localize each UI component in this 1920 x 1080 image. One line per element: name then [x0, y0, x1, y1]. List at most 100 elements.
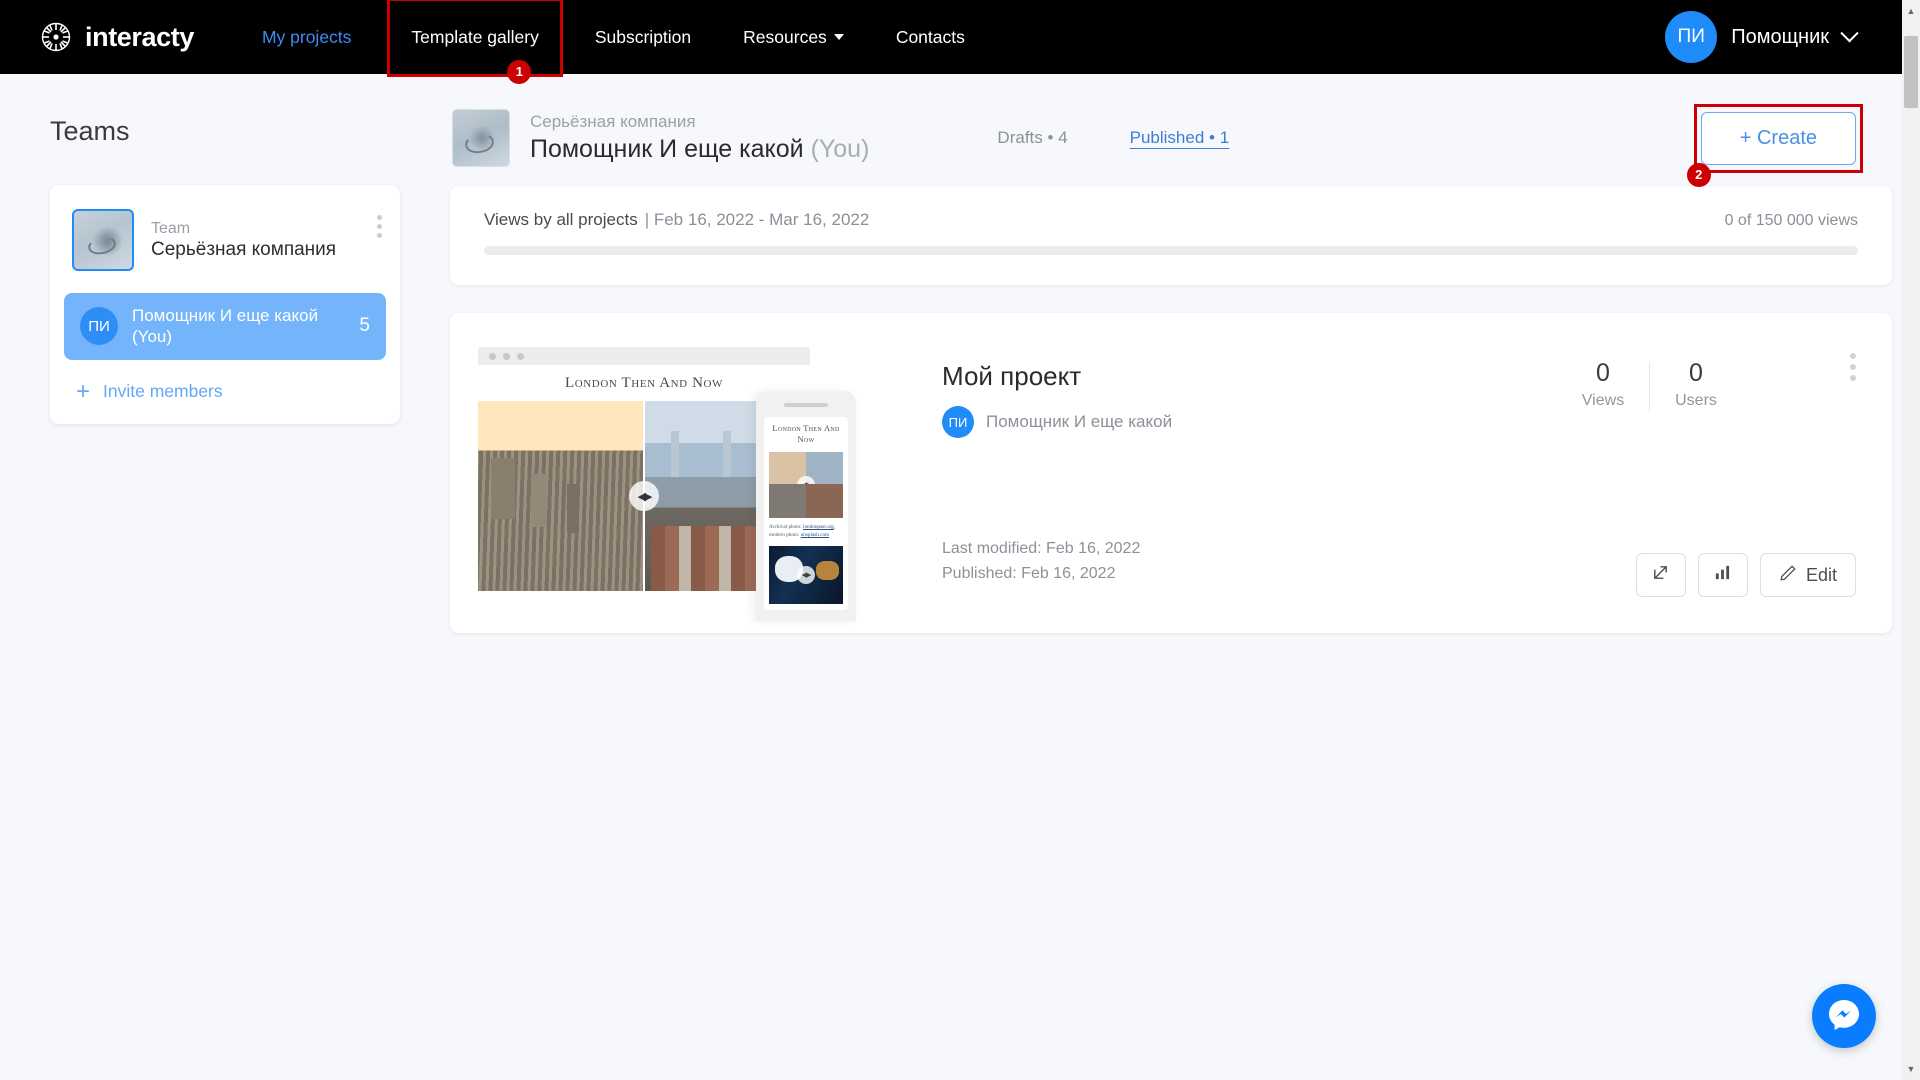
kebab-menu-icon[interactable]	[373, 211, 386, 242]
nav-items: My projects Template gallery 1 Subscript…	[246, 0, 981, 84]
create-button-wrapper: + Create 2	[1686, 103, 1882, 187]
kebab-menu-icon[interactable]	[1850, 353, 1856, 381]
edit-project-button[interactable]: Edit	[1759, 553, 1856, 597]
messenger-chat-button[interactable]	[1812, 984, 1876, 1048]
browser-chrome-bar	[478, 347, 810, 365]
preview-mobile-caption: Archival photo: londonpast.org, modern p…	[769, 523, 843, 540]
user-name: Помощник	[1731, 25, 1829, 48]
page-scrollbar[interactable]: ▲ ▼	[1902, 0, 1920, 1080]
chevron-down-icon	[1840, 23, 1859, 42]
views-progress-bar	[484, 246, 1858, 255]
preview-mobile-frame: London Then And Now ◀▶ Archival photo: l…	[756, 391, 856, 621]
open-project-button[interactable]	[1635, 553, 1686, 597]
owner-text: Серьёзная компания Помощник И еще какой …	[530, 112, 869, 164]
nav-resources[interactable]: Resources	[727, 17, 860, 58]
before-after-slider-icon: ◀▶	[629, 481, 659, 511]
counter-users-label: Users	[1675, 392, 1717, 409]
project-owner-header: Серьёзная компания Помощник И еще какой …	[450, 96, 1892, 187]
invite-members-button[interactable]: + Invite members	[50, 360, 400, 410]
team-label: Team	[151, 219, 191, 237]
main-content: Серьёзная компания Помощник И еще какой …	[450, 74, 1920, 1080]
before-after-image-mobile-2: ◀▶	[769, 545, 843, 604]
counter-views-value: 0	[1596, 359, 1610, 387]
counter-views-label: Views	[1581, 392, 1625, 409]
tab-published[interactable]: Published • 1	[1130, 128, 1230, 148]
compass-rose-icon	[38, 19, 74, 55]
owner-name-text: Помощник И еще какой	[530, 135, 804, 163]
breadcrumb: Серьёзная компания	[530, 112, 696, 131]
project-dates: Last modified: Feb 16, 2022 Published: F…	[942, 537, 1140, 587]
project-author: ПИ Помощник И еще какой	[942, 406, 1892, 438]
caption-link-1[interactable]: londonpast.org	[803, 524, 834, 530]
project-stats-button[interactable]	[1697, 553, 1748, 597]
project-actions: Edit	[1635, 553, 1856, 597]
views-quota-label: Views by all projects	[484, 210, 638, 229]
page-title: Teams	[50, 116, 130, 146]
sidebar-member-item[interactable]: ПИ Помощник И еще какой (You) 5	[64, 293, 386, 360]
pencil-icon	[1779, 564, 1797, 587]
team-item[interactable]: Team Серьёзная компания	[50, 203, 400, 277]
before-after-slider-icon: ◀▶	[797, 475, 815, 494]
preview-desktop-title: London Then And Now	[564, 375, 724, 391]
nav-subscription[interactable]: Subscription	[579, 17, 707, 58]
project-author-name: Помощник И еще какой	[986, 412, 1173, 431]
nav-my-projects-label: My projects	[261, 26, 352, 47]
phone-speaker	[784, 403, 828, 407]
views-quota-header: Views by all projects | Feb 16, 2022 - M…	[484, 210, 1858, 230]
views-quota-range: | Feb 16, 2022 - Mar 16, 2022	[644, 210, 870, 229]
owner-name: Помощник И еще какой (You)	[530, 135, 869, 164]
annotation-badge-1: 1	[507, 59, 532, 84]
project-filter-tabs: Drafts • 4 Published • 1	[997, 128, 1229, 148]
team-meta: Team Серьёзная компания	[151, 220, 336, 261]
counter-users-value: 0	[1689, 359, 1703, 387]
avatar: ПИ	[942, 406, 974, 438]
team-name: Серьёзная компания	[151, 238, 337, 260]
nav-template-gallery[interactable]: Template gallery 1	[387, 0, 563, 84]
annotation-badge-2: 2	[1686, 162, 1711, 187]
team-thumbnail	[72, 209, 134, 271]
project-published-date: Published: Feb 16, 2022	[942, 565, 1116, 583]
nav-my-projects[interactable]: My projects	[246, 17, 367, 58]
before-after-image-mobile: ◀▶	[769, 451, 843, 518]
owner-you-suffix: (You)	[810, 135, 870, 163]
bar-chart-icon	[1714, 564, 1731, 586]
plus-icon: +	[76, 377, 91, 405]
chevron-down-icon	[833, 34, 844, 40]
team-thumbnail	[452, 109, 510, 167]
scrollbar-thumb[interactable]	[1904, 36, 1918, 108]
before-after-slider-icon: ◀▶	[797, 565, 815, 584]
brand-name: interacty	[85, 21, 194, 52]
create-button[interactable]: + Create	[1700, 111, 1856, 165]
nav-subscription-label: Subscription	[594, 26, 692, 47]
project-last-modified: Last modified: Feb 16, 2022	[942, 540, 1141, 558]
messenger-icon	[1826, 996, 1862, 1037]
caption-prefix: Archival photo:	[769, 523, 803, 530]
teams-card: Team Серьёзная компания ПИ Помощник И ещ…	[50, 185, 400, 424]
phone-screen: London Then And Now ◀▶ Archival photo: l…	[764, 417, 848, 610]
views-quota-card: Views by all projects | Feb 16, 2022 - M…	[450, 186, 1892, 285]
scroll-up-arrow-icon[interactable]: ▲	[1902, 2, 1920, 20]
preview-mobile-title: London Then And Now	[772, 423, 840, 445]
project-counters: 0 Views 0 Users	[1557, 359, 1742, 411]
caption-link-2[interactable]: unsplash.com	[801, 532, 829, 538]
edit-project-label: Edit	[1805, 564, 1837, 585]
project-preview[interactable]: London Then And Now ◀▶ London Then And N…	[478, 347, 908, 633]
counter-views: 0 Views	[1557, 359, 1649, 410]
counter-users: 0 Users	[1650, 359, 1742, 410]
project-name: Мой проект	[942, 361, 1082, 391]
scroll-down-arrow-icon[interactable]: ▼	[1902, 1060, 1920, 1078]
page-body: Teams Team Серьёзная компания ПИ Помощни…	[0, 74, 1920, 1080]
project-card-body: Мой проект ПИ Помощник И еще какой Last …	[908, 313, 1892, 633]
top-navigation-bar: interacty My projects Template gallery 1…	[0, 0, 1920, 84]
avatar: ПИ	[1665, 11, 1718, 63]
invite-members-label: Invite members	[103, 381, 223, 401]
brand-logo[interactable]: interacty	[38, 19, 194, 55]
nav-contacts-label: Contacts	[895, 26, 965, 47]
avatar: ПИ	[80, 307, 118, 346]
user-menu[interactable]: ПИ Помощник	[1665, 11, 1902, 63]
nav-contacts[interactable]: Contacts	[880, 17, 981, 58]
teams-sidebar: Teams Team Серьёзная компания ПИ Помощни…	[0, 74, 450, 1080]
views-quota-count: 0 of 150 000 views	[1724, 212, 1858, 229]
sidebar-member-count: 5	[359, 315, 370, 337]
tab-drafts[interactable]: Drafts • 4	[997, 128, 1067, 148]
